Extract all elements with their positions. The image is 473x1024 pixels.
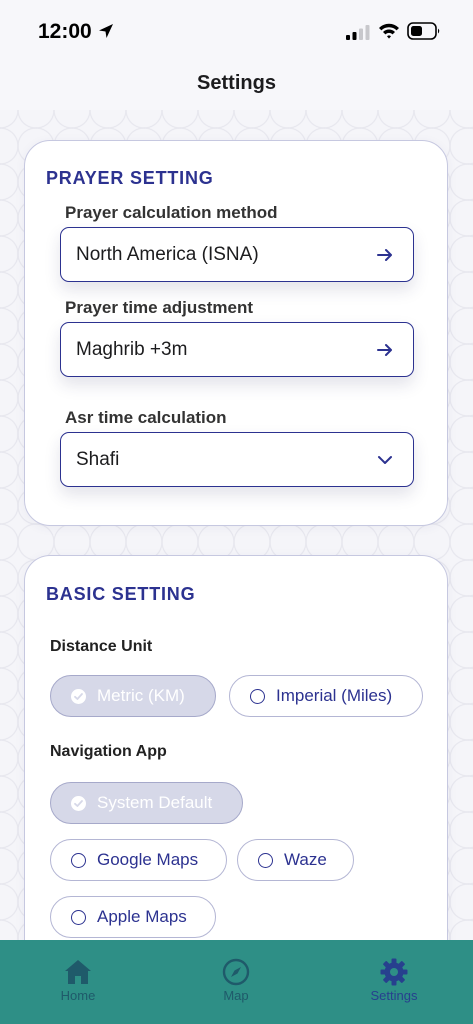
distance-option-metric[interactable]: Metric (KM)	[50, 675, 216, 717]
signal-icon	[346, 25, 370, 40]
nav-option-waze[interactable]: Waze	[237, 839, 354, 881]
battery-icon	[407, 22, 440, 40]
tab-settings[interactable]: Settings	[334, 940, 454, 1024]
calc-method-label: Prayer calculation method	[65, 203, 278, 222]
chip-label: Metric (KM)	[97, 686, 185, 705]
chip-label: Apple Maps	[97, 907, 187, 926]
nav-option-apple-maps[interactable]: Apple Maps	[50, 896, 216, 938]
nav-option-system-default[interactable]: System Default	[50, 782, 243, 824]
distance-unit-label: Distance Unit	[50, 638, 153, 655]
radio-icon	[71, 909, 86, 925]
gear-icon	[380, 958, 408, 986]
arrow-right-icon	[377, 344, 392, 356]
tab-bar: Home Map Settings	[0, 940, 473, 1024]
radio-icon	[71, 852, 86, 868]
time-adjust-select[interactable]: Maghrib +3m	[60, 322, 414, 377]
time-adjust-value: Maghrib +3m	[76, 339, 188, 360]
check-icon	[71, 795, 86, 811]
status-bar: 12:00	[0, 0, 473, 60]
compass-icon	[222, 958, 250, 986]
basic-setting-card: BASIC SETTING Distance Unit Metric (KM) …	[24, 555, 448, 975]
home-icon	[65, 960, 91, 984]
wifi-icon	[379, 23, 399, 39]
tab-label: Home	[60, 988, 96, 1003]
radio-icon	[258, 852, 273, 868]
chevron-down-icon	[378, 456, 392, 464]
status-time: 12:00	[38, 20, 92, 43]
calc-method-select[interactable]: North America (ISNA)	[60, 227, 414, 282]
check-icon	[71, 688, 86, 704]
navigation-app-label: Navigation App	[50, 743, 167, 760]
nav-option-google-maps[interactable]: Google Maps	[50, 839, 227, 881]
tab-label: Map	[223, 988, 249, 1003]
radio-icon	[250, 688, 265, 704]
asr-calc-select[interactable]: Shafi	[60, 432, 414, 487]
chip-label: Imperial (Miles)	[276, 686, 393, 705]
asr-calc-label: Asr time calculation	[65, 408, 227, 427]
prayer-setting-title: PRAYER SETTING	[46, 168, 214, 188]
chip-label: Waze	[284, 850, 327, 869]
calc-method-value: North America (ISNA)	[76, 244, 259, 265]
time-adjust-label: Prayer time adjustment	[65, 298, 254, 317]
distance-option-imperial[interactable]: Imperial (Miles)	[229, 675, 423, 717]
tab-label: Settings	[370, 988, 418, 1003]
tab-home[interactable]: Home	[18, 940, 138, 1024]
chip-label: Google Maps	[97, 850, 199, 869]
tab-map[interactable]: Map	[176, 940, 296, 1024]
basic-setting-title: BASIC SETTING	[46, 584, 196, 604]
chip-label: System Default	[97, 793, 213, 812]
page-title: Settings	[197, 72, 276, 94]
asr-calc-value: Shafi	[76, 449, 120, 470]
arrow-right-icon	[377, 249, 392, 261]
prayer-setting-card: PRAYER SETTING Prayer calculation method…	[24, 140, 448, 526]
location-arrow-icon	[99, 24, 113, 38]
